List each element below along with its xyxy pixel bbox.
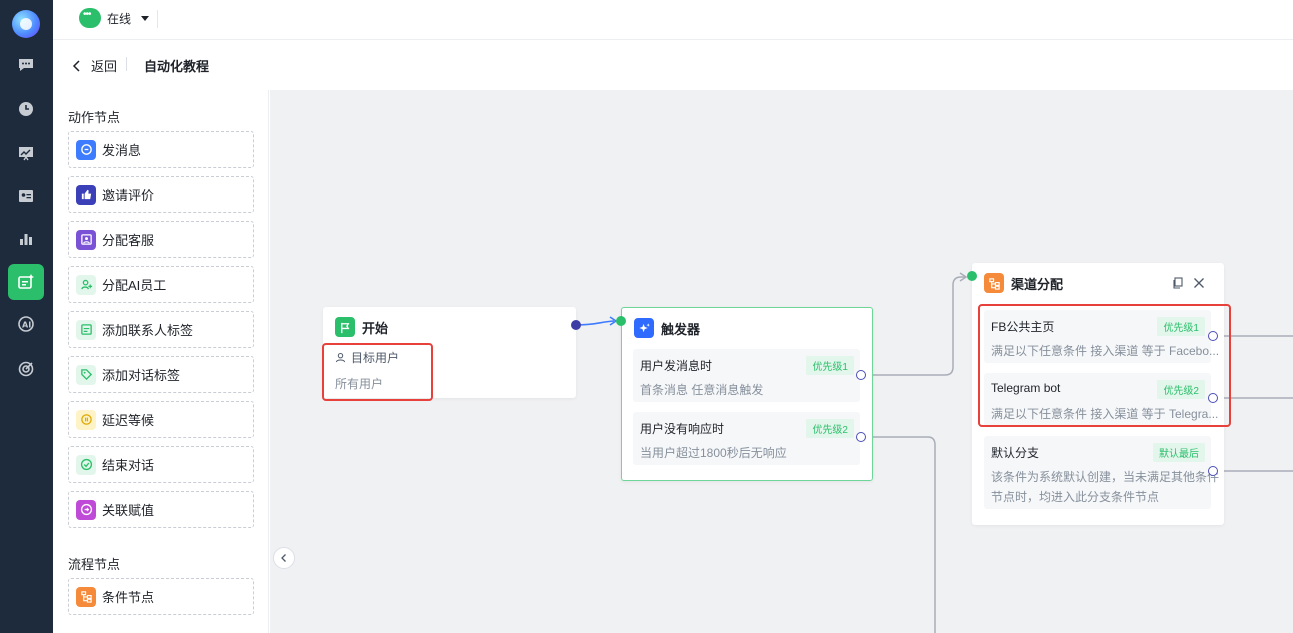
- nav-dashboard-icon[interactable]: [8, 135, 44, 171]
- start-node-title: 开始: [362, 320, 389, 336]
- sparkle-icon: [634, 318, 654, 338]
- trigger-condition-2[interactable]: 用户没有响应时 优先级2 当用户超过1800秒后无响应: [633, 412, 860, 465]
- channel-node-header: 渠道分配: [984, 273, 1063, 293]
- channel-output-port-default[interactable]: [1208, 466, 1218, 476]
- palette-link-assign[interactable]: 关联赋值: [68, 491, 254, 528]
- trigger-node[interactable]: 触发器 用户发消息时 优先级1 首条消息 任意消息触发 用户没有响应时 优先级2…: [621, 307, 873, 481]
- link-icon: [76, 499, 96, 520]
- channel-default-branch[interactable]: 默认分支 默认最后 该条件为系统默认创建，当未满足其他条件 节点时，均进入此分支…: [984, 436, 1219, 509]
- highlight-box-target-users: [322, 343, 433, 401]
- delay-icon: [76, 409, 96, 430]
- app-logo[interactable]: [12, 10, 40, 38]
- trigger-node-title: 触发器: [661, 321, 701, 337]
- collapse-palette-button[interactable]: [273, 547, 295, 569]
- trigger-output-port-1[interactable]: [856, 370, 866, 380]
- palette-assign-agent[interactable]: 分配客服: [68, 221, 254, 258]
- check-circle-icon: [76, 454, 96, 475]
- page-header: 返回 自动化教程: [53, 40, 1293, 90]
- nav-history-icon[interactable]: [8, 91, 44, 127]
- thumb-up-icon: [76, 184, 96, 205]
- trigger-node-header: 触发器: [634, 318, 700, 338]
- palette-send-message[interactable]: 发消息: [68, 131, 254, 168]
- header-separator: [126, 57, 127, 71]
- trigger-output-port-2[interactable]: [856, 432, 866, 442]
- chevron-left-icon: [281, 554, 286, 562]
- ai-agent-icon: [76, 274, 96, 295]
- message-icon: [76, 139, 96, 160]
- trigger-input-port[interactable]: [616, 316, 626, 326]
- flag-icon: [335, 317, 355, 337]
- branch-icon: [76, 586, 96, 607]
- palette-add-conversation-tag[interactable]: 添加对话标签: [68, 356, 254, 393]
- default-badge: 默认最后: [1153, 443, 1205, 462]
- highlight-box-channel-branches: [978, 304, 1231, 427]
- back-button[interactable]: 返回: [71, 56, 117, 75]
- palette-add-contact-tag[interactable]: 添加联系人标签: [68, 311, 254, 348]
- node-palette: 动作节点 发消息 邀请评价 分配客服 分配AI员工 添加联系人标签 添加对话标签…: [53, 90, 269, 633]
- branch-desc-line1: 该条件为系统默认创建，当未满足其他条件: [991, 470, 1220, 484]
- caret-down-icon: [141, 15, 150, 21]
- palette-condition-node[interactable]: 条件节点: [68, 578, 254, 615]
- chat-status-icon: [79, 8, 101, 28]
- branch-icon: [984, 273, 1004, 293]
- start-output-port[interactable]: [571, 320, 581, 330]
- nav-chat-icon[interactable]: [8, 47, 44, 83]
- condition-title: 用户没有响应时: [640, 422, 725, 436]
- copy-icon[interactable]: [1172, 277, 1184, 292]
- priority-badge: 优先级2: [806, 419, 854, 438]
- start-node-header: 开始: [335, 317, 388, 337]
- palette-end-conversation[interactable]: 结束对话: [68, 446, 254, 483]
- nav-target-icon[interactable]: [8, 350, 44, 386]
- back-label: 返回: [91, 59, 118, 74]
- nav-contacts-icon[interactable]: [8, 178, 44, 214]
- chevron-left-icon: [72, 59, 80, 72]
- online-status-label: 在线: [107, 11, 132, 26]
- trigger-condition-1[interactable]: 用户发消息时 优先级1 首条消息 任意消息触发: [633, 349, 860, 402]
- svg-text:AI: AI: [22, 321, 31, 330]
- nav-automation-icon[interactable]: [8, 264, 44, 300]
- nav-ai-icon[interactable]: AI: [8, 306, 44, 342]
- left-nav: AI: [0, 0, 53, 633]
- channel-node-title: 渠道分配: [1011, 276, 1064, 292]
- branch-title: 默认分支: [991, 446, 1040, 460]
- agent-icon: [76, 229, 96, 250]
- topbar-divider: [157, 10, 158, 28]
- condition-desc: 当用户超过1800秒后无响应: [640, 446, 787, 460]
- channel-input-port[interactable]: [967, 271, 977, 281]
- action-nodes-title: 动作节点: [68, 110, 121, 125]
- page-title: 自动化教程: [144, 59, 210, 74]
- close-icon[interactable]: [1193, 277, 1205, 292]
- top-bar: 在线: [53, 0, 1293, 40]
- contact-tag-icon: [76, 319, 96, 340]
- flow-nodes-title: 流程节点: [68, 557, 121, 572]
- nav-stats-icon[interactable]: [8, 221, 44, 257]
- tag-icon: [76, 364, 96, 385]
- palette-delay-wait[interactable]: 延迟等候: [68, 401, 254, 438]
- palette-invite-review[interactable]: 邀请评价: [68, 176, 254, 213]
- online-status-dropdown[interactable]: 在线: [79, 8, 150, 28]
- condition-title: 用户发消息时: [640, 359, 713, 373]
- palette-assign-ai-agent[interactable]: 分配AI员工: [68, 266, 254, 303]
- condition-desc: 首条消息 任意消息触发: [640, 383, 764, 397]
- priority-badge: 优先级1: [806, 356, 854, 375]
- branch-desc-line2: 节点时，均进入此分支条件节点: [991, 490, 1160, 504]
